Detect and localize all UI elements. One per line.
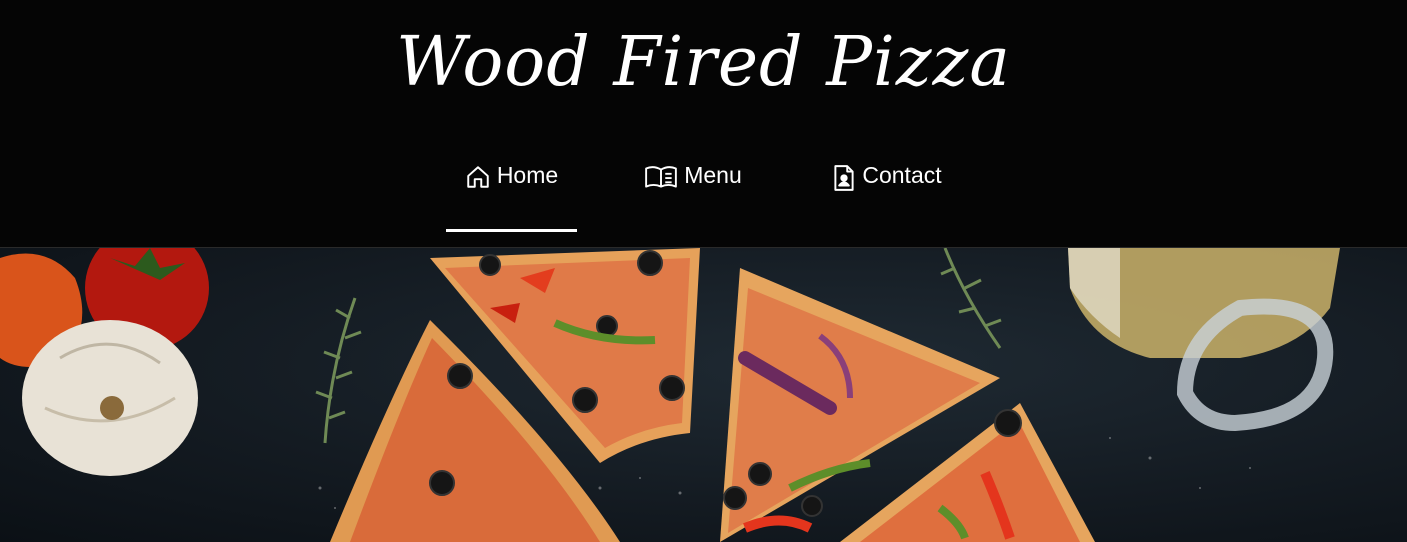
nav-item-home[interactable]: Home bbox=[446, 140, 577, 232]
beer-mug bbox=[1068, 248, 1340, 432]
active-indicator bbox=[446, 229, 577, 232]
nav-item-menu[interactable]: Menu bbox=[626, 140, 760, 232]
brand-title[interactable]: Wood Fired Pizza bbox=[0, 8, 1407, 118]
site-header: Wood Fired Pizza Home Menu Contact bbox=[0, 0, 1407, 248]
rosemary-right bbox=[940, 248, 1002, 349]
contact-file-icon bbox=[832, 162, 862, 198]
book-icon bbox=[644, 162, 684, 196]
rosemary-left bbox=[315, 297, 362, 444]
nav-label-menu: Menu bbox=[684, 162, 742, 188]
hero-image bbox=[0, 248, 1407, 542]
nav-item-contact[interactable]: Contact bbox=[816, 140, 958, 232]
nav-label-home: Home bbox=[496, 162, 559, 188]
nav-label-contact: Contact bbox=[862, 162, 942, 188]
home-icon bbox=[465, 162, 497, 196]
pizza-slices-photo bbox=[0, 248, 1340, 542]
